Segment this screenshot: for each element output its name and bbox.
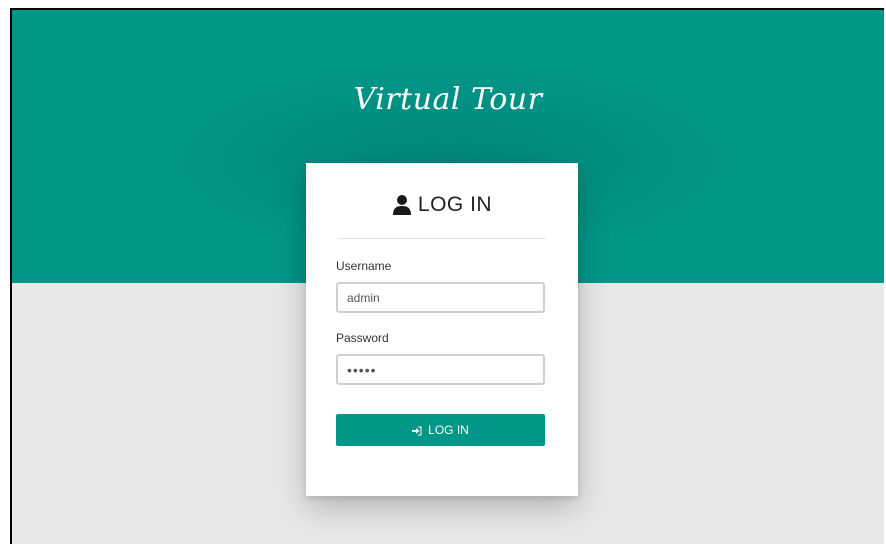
- username-input[interactable]: [336, 282, 545, 313]
- user-icon: [392, 194, 412, 216]
- login-title-row: LOG IN: [392, 193, 492, 217]
- login-card: LOG IN Username Password LOG IN: [306, 163, 578, 496]
- password-input[interactable]: [336, 354, 545, 385]
- login-card-header: LOG IN: [338, 163, 546, 239]
- app-title: Virtual Tour: [353, 82, 543, 117]
- login-button-label: LOG IN: [428, 423, 469, 437]
- username-label: Username: [336, 259, 392, 273]
- app-window: Virtual Tour LOG IN Username Password: [10, 8, 884, 544]
- login-button[interactable]: LOG IN: [336, 414, 545, 446]
- sign-in-icon: [412, 425, 422, 436]
- login-heading: LOG IN: [417, 192, 493, 216]
- password-label: Password: [336, 331, 389, 345]
